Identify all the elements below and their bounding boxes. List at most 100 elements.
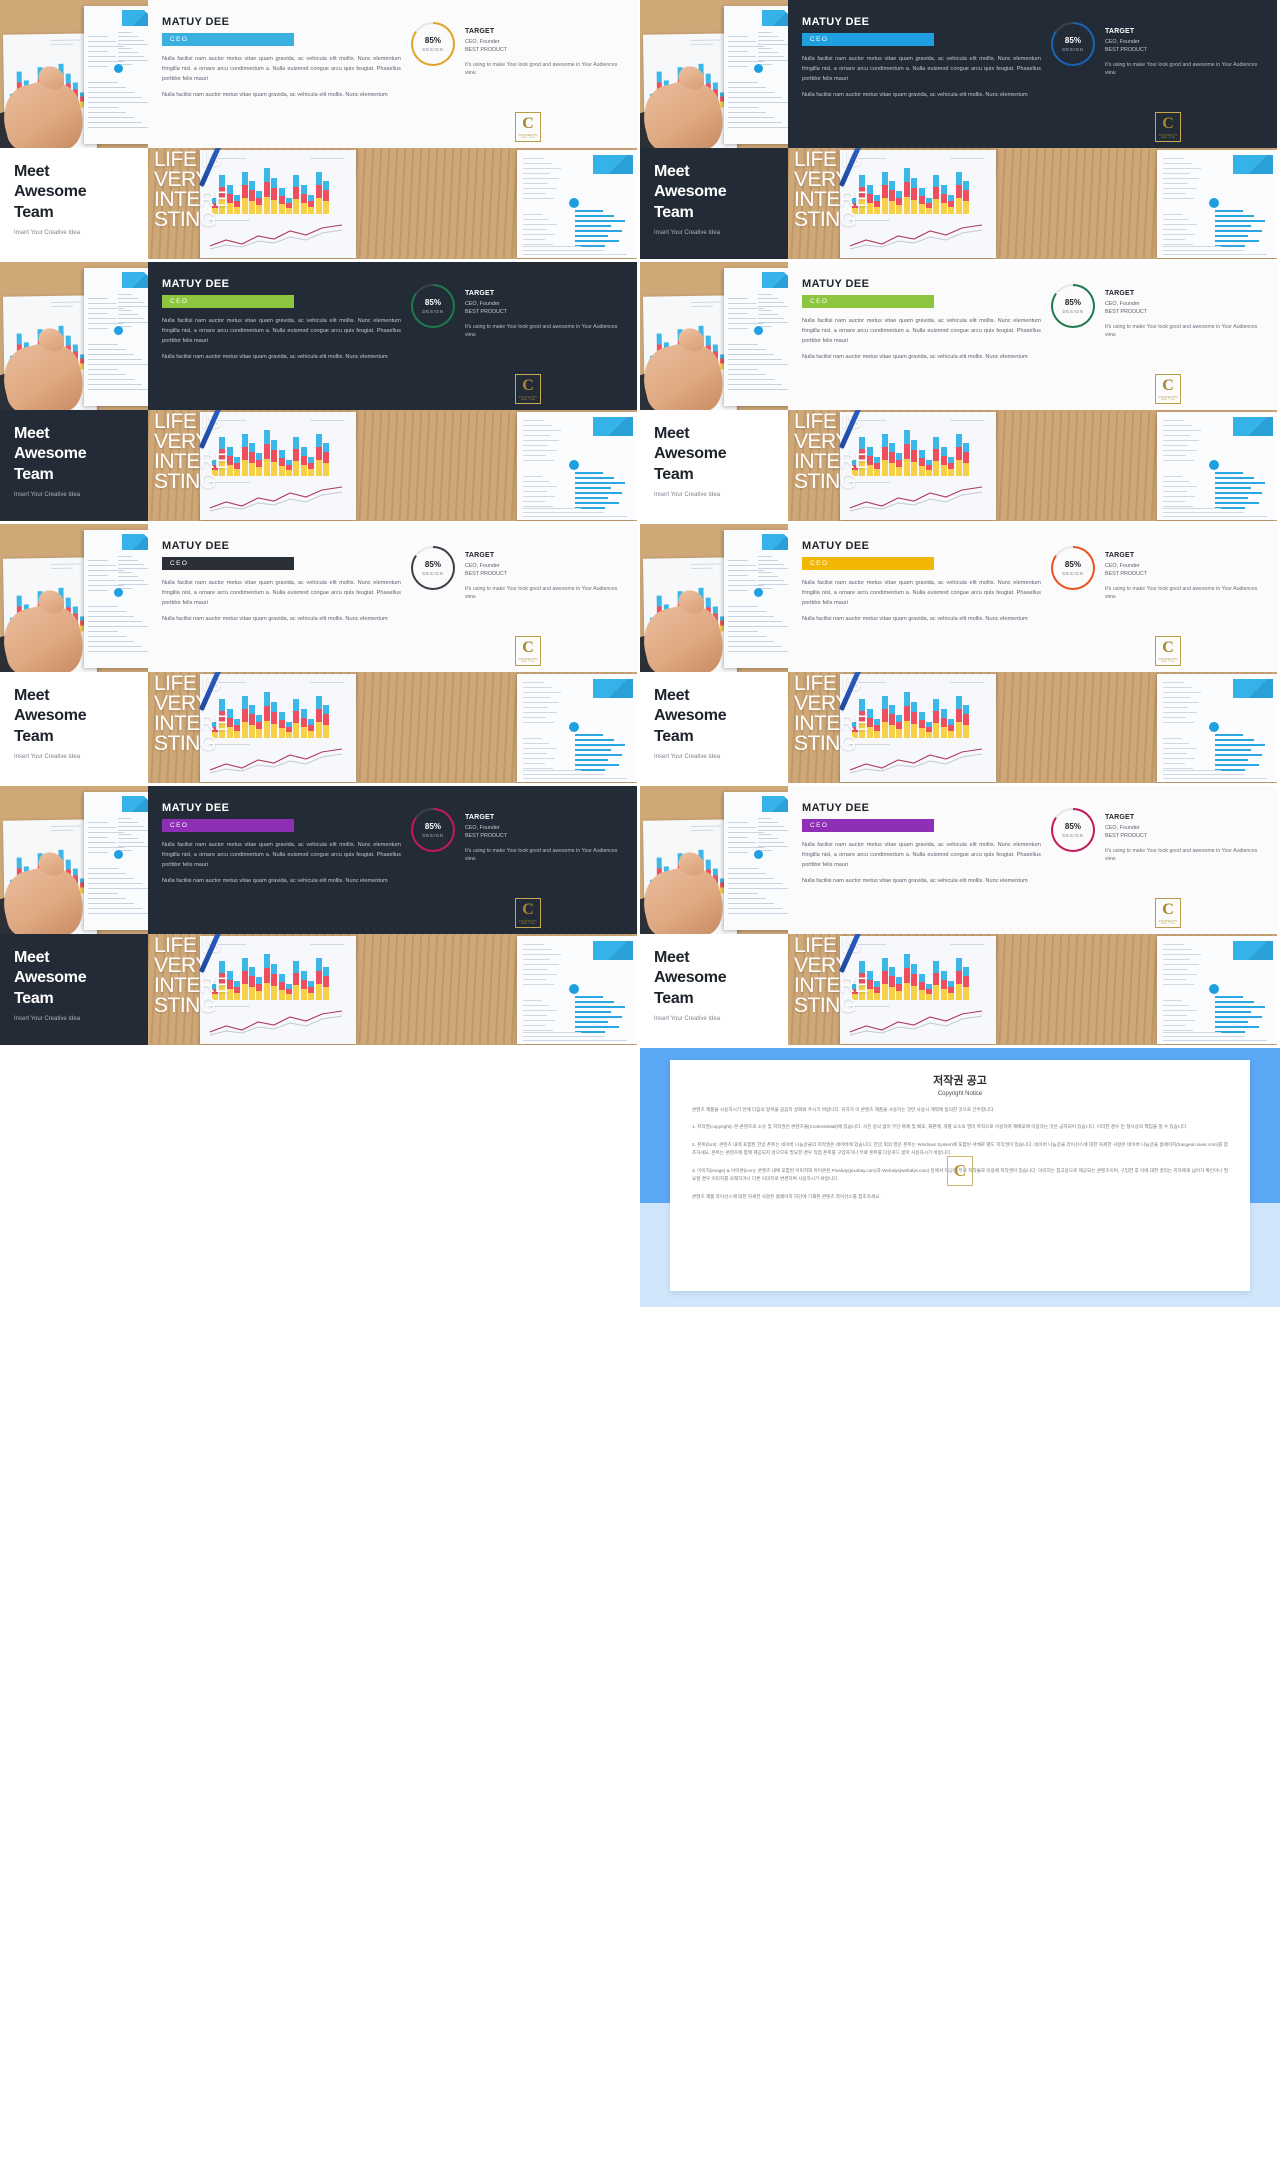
target-block: TARGET CEO, Founder BEST PRODUCT It's using… bbox=[465, 284, 623, 339]
resume-paper-photo bbox=[84, 268, 148, 406]
profile-content: MATUY DEE CEO Nulla facilisi nam auctor me… bbox=[148, 262, 637, 410]
ring-percent: 85% bbox=[424, 559, 441, 569]
logo-text-secondary: MALL.COM bbox=[1161, 398, 1175, 401]
team-heading: Meet Awesome Team bbox=[654, 425, 727, 483]
profile-content: MATUY DEE CEO Nulla facilisi nam auctor me… bbox=[788, 524, 1277, 672]
profile-role-badge: CEO bbox=[802, 33, 934, 46]
logo-letter: C bbox=[522, 376, 534, 394]
team-slide[interactable]: Meet Awesome Team Insert Your Creative Idea… bbox=[0, 672, 637, 783]
resume-paper-photo bbox=[724, 792, 788, 930]
contents-logo: C CONTENTS MALL.COM bbox=[515, 374, 541, 404]
ring-percent: 85% bbox=[424, 35, 441, 45]
line-chart-art bbox=[850, 1010, 983, 1036]
profile-slide[interactable]: MATUY DEE CEO Nulla facilisi nam auctor me… bbox=[0, 262, 637, 410]
profile-slide[interactable]: MATUY DEE CEO Nulla facilisi nam auctor me… bbox=[640, 786, 1277, 934]
profile-content: MATUY DEE CEO Nulla facilisi nam auctor me… bbox=[148, 786, 637, 934]
resume-document-art bbox=[1157, 674, 1277, 782]
team-subtitle: Insert Your Creative Idea bbox=[14, 230, 81, 237]
team-slide[interactable]: Meet Awesome Team Insert Your Creative Idea… bbox=[640, 410, 1277, 521]
slide-thumbnail[interactable]: MATUY DEE CEO Nulla facilisi nam auctor me… bbox=[0, 0, 640, 262]
profile-slide[interactable]: MATUY DEE CEO Nulla facilisi nam auctor me… bbox=[0, 786, 637, 934]
big-word-overlay: LIFE IS VERY INTERE STING bbox=[794, 149, 869, 231]
profile-paragraph-1: Nulla facilisi nam auctor metus vitae qu… bbox=[802, 56, 1041, 82]
resume-document-art bbox=[1157, 150, 1277, 258]
slide-thumbnail[interactable]: MATUY DEE CEO Nulla facilisi nam auctor me… bbox=[0, 262, 640, 524]
ring-percent: 85% bbox=[1064, 559, 1081, 569]
target-subtitle: CEO, Founder BEST PRODUCT bbox=[1104, 563, 1148, 578]
logo-letter: C bbox=[522, 114, 534, 132]
profile-slide[interactable]: MATUY DEE CEO Nulla facilisi nam auctor me… bbox=[640, 0, 1277, 148]
target-body: It's using to make Your look good and aw… bbox=[1104, 61, 1258, 77]
profile-content: MATUY DEE CEO Nulla facilisi nam auctor me… bbox=[148, 524, 637, 672]
profile-name: MATUY DEE bbox=[802, 540, 870, 552]
big-word-line-3: INTERE bbox=[154, 712, 229, 736]
team-slide[interactable]: Meet Awesome Team Insert Your Creative Idea… bbox=[0, 934, 637, 1045]
profile-paragraph-2: Nulla facilisi nam auctor metus vitae qu… bbox=[802, 616, 1028, 623]
big-word-line-3: INTERE bbox=[794, 188, 869, 212]
logo-letter: C bbox=[1162, 376, 1174, 394]
team-heading: Meet Awesome Team bbox=[14, 425, 87, 483]
team-slide[interactable]: Meet Awesome Team Insert Your Creative Idea… bbox=[640, 148, 1277, 259]
profile-slide[interactable]: MATUY DEE CEO Nulla facilisi nam auctor me… bbox=[0, 524, 637, 672]
line-chart-art bbox=[210, 224, 343, 250]
target-block: TARGET CEO, Founder BEST PRODUCT It's using… bbox=[1105, 808, 1263, 863]
ring-percent: 85% bbox=[1064, 821, 1081, 831]
profile-paragraph-1: Nulla facilisi nam auctor metus vitae qu… bbox=[162, 56, 401, 82]
big-word-overlay: LIFE IS VERY INTERE STING bbox=[154, 673, 229, 755]
slide-thumbnail[interactable]: MATUY DEE CEO Nulla facilisi nam auctor me… bbox=[0, 786, 640, 1048]
team-text-block: Meet Awesome Team Insert Your Creative Idea bbox=[0, 934, 148, 1045]
profile-paragraph-2: Nulla facilisi nam auctor metus vitae qu… bbox=[162, 616, 388, 623]
logo-text-secondary: MALL.COM bbox=[1161, 136, 1175, 139]
team-text-block: Meet Awesome Team Insert Your Creative Idea bbox=[0, 410, 148, 521]
target-title: TARGET bbox=[1104, 28, 1135, 35]
profile-role-badge: CEO bbox=[162, 33, 294, 46]
big-word-line-2: VERY bbox=[154, 954, 209, 978]
target-block: TARGET CEO, Founder BEST PRODUCT It's using… bbox=[1105, 22, 1263, 77]
target-title: TARGET bbox=[1104, 814, 1135, 821]
contents-logo: C CONTENTS MALL.COM bbox=[1155, 636, 1181, 666]
contents-logo: C CONTENTS MALL.COM bbox=[515, 636, 541, 666]
progress-ring: 85% DESIGN bbox=[1050, 546, 1095, 590]
slide-thumbnail[interactable]: MATUY DEE CEO Nulla facilisi nam auctor me… bbox=[640, 262, 1280, 524]
team-slide[interactable]: Meet Awesome Team Insert Your Creative Idea… bbox=[640, 934, 1277, 1045]
slide-thumbnail[interactable]: MATUY DEE CEO Nulla facilisi nam auctor me… bbox=[640, 786, 1280, 1048]
ring-label: DESIGN bbox=[422, 46, 444, 52]
big-word-line-2: VERY bbox=[794, 168, 849, 192]
big-word-overlay: LIFE IS VERY INTERE STING bbox=[794, 411, 869, 493]
watermark-logo: C bbox=[947, 1155, 973, 1186]
profile-paragraph-2: Nulla facilisi nam auctor metus vitae qu… bbox=[802, 92, 1028, 99]
team-slide[interactable]: Meet Awesome Team Insert Your Creative Idea… bbox=[0, 148, 637, 259]
desk-photo bbox=[0, 0, 148, 148]
target-title: TARGET bbox=[464, 28, 495, 35]
logo-letter: C bbox=[522, 900, 534, 918]
copyright-title: 저작권 공고 bbox=[933, 1075, 987, 1087]
resume-document-art bbox=[517, 674, 637, 782]
desk-photo bbox=[640, 262, 788, 410]
profile-paragraph-2: Nulla facilisi nam auctor metus vitae qu… bbox=[162, 92, 388, 99]
logo-text-secondary: MALL.COM bbox=[1161, 660, 1175, 663]
copyright-paper: 저작권 공고 Copyright Notice 콘텐츠 제품을 사용하시기 전에 다… bbox=[670, 1060, 1250, 1291]
profile-slide[interactable]: MATUY DEE CEO Nulla facilisi nam auctor me… bbox=[0, 0, 637, 148]
target-block: TARGET CEO, Founder BEST PRODUCT It's using… bbox=[1105, 546, 1263, 601]
progress-ring: 85% DESIGN bbox=[410, 808, 455, 852]
resume-paper-photo bbox=[84, 792, 148, 930]
profile-slide[interactable]: MATUY DEE CEO Nulla facilisi nam auctor me… bbox=[640, 262, 1277, 410]
logo-letter: C bbox=[1162, 638, 1174, 656]
team-slide[interactable]: Meet Awesome Team Insert Your Creative Idea… bbox=[640, 672, 1277, 783]
profile-paragraph-2: Nulla facilisi nam auctor metus vitae qu… bbox=[162, 878, 388, 885]
profile-role-badge: CEO bbox=[162, 819, 294, 832]
team-slide[interactable]: Meet Awesome Team Insert Your Creative Idea… bbox=[0, 410, 637, 521]
slide-thumbnail-grid: MATUY DEE CEO Nulla facilisi nam auctor me… bbox=[0, 0, 1280, 2171]
profile-slide[interactable]: MATUY DEE CEO Nulla facilisi nam auctor me… bbox=[640, 524, 1277, 672]
copyright-notice-card[interactable]: 저작권 공고 Copyright Notice 콘텐츠 제품을 사용하시기 전에 다… bbox=[640, 1048, 1280, 1310]
slide-thumbnail[interactable]: MATUY DEE CEO Nulla facilisi nam auctor me… bbox=[640, 524, 1280, 786]
team-heading: Meet Awesome Team bbox=[14, 163, 87, 221]
profile-name: MATUY DEE bbox=[162, 802, 230, 814]
target-title: TARGET bbox=[1104, 290, 1135, 297]
contents-logo: C CONTENTS MALL.COM bbox=[515, 112, 541, 142]
slide-thumbnail[interactable]: MATUY DEE CEO Nulla facilisi nam auctor me… bbox=[640, 0, 1280, 262]
contents-logo: C CONTENTS MALL.COM bbox=[515, 898, 541, 928]
slide-thumbnail[interactable]: MATUY DEE CEO Nulla facilisi nam auctor me… bbox=[0, 524, 640, 786]
target-body: It's using to make Your look good and aw… bbox=[464, 61, 618, 77]
ring-label: DESIGN bbox=[1062, 308, 1084, 314]
